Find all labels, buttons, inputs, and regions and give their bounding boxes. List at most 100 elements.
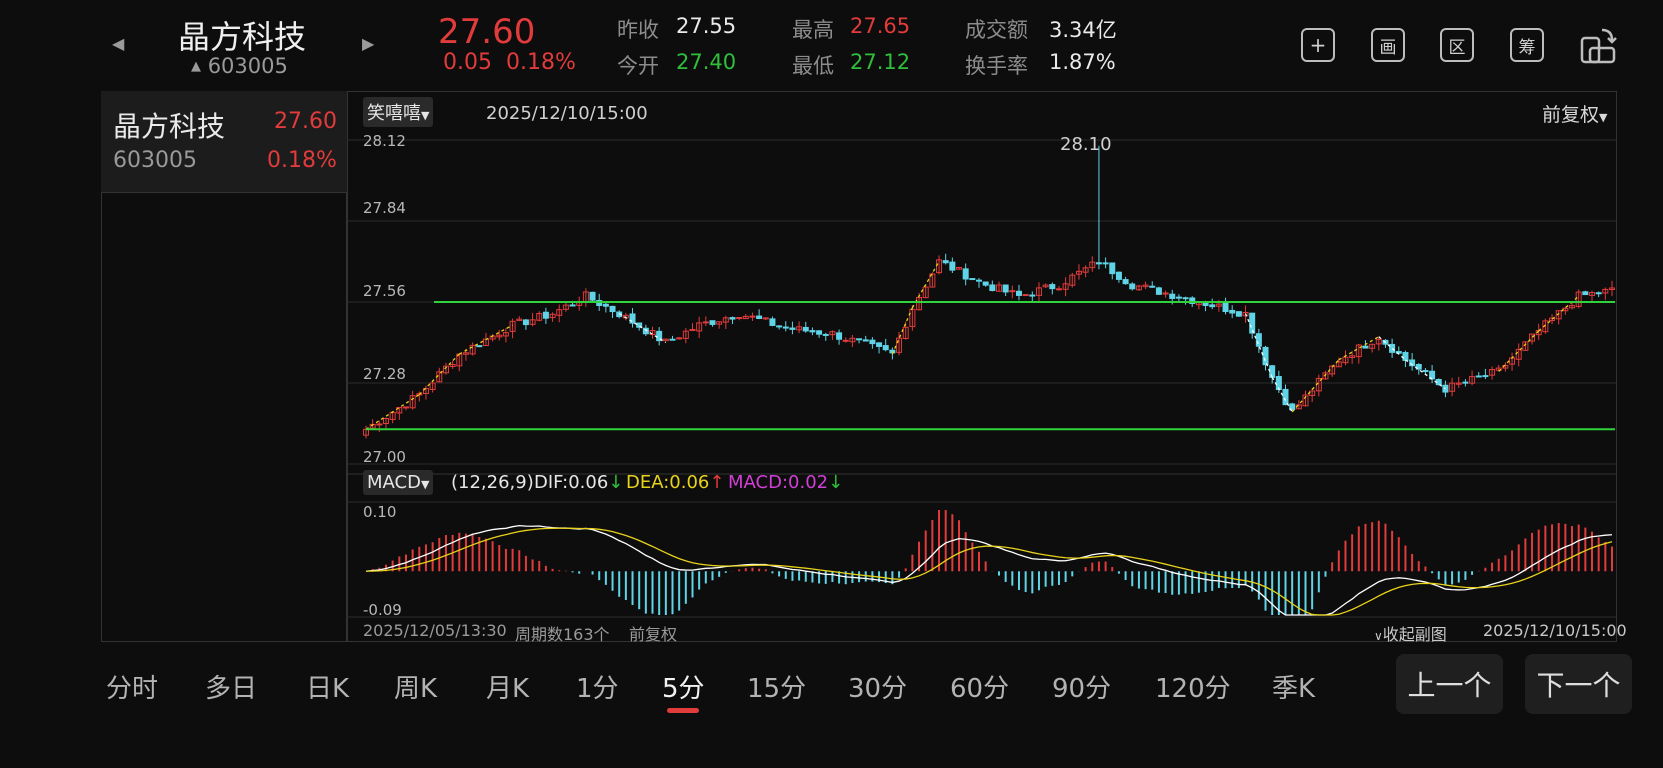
candle-body [1402, 352, 1409, 361]
candle-body [949, 261, 956, 271]
candle-body [1595, 292, 1602, 295]
macd-panel [365, 510, 1613, 616]
prev-button[interactable]: 上一个 [1396, 654, 1503, 714]
candle-body [736, 316, 743, 319]
dif-text: DIF:0.06 [534, 472, 609, 493]
tab-10[interactable]: 90分 [1052, 668, 1111, 705]
candle-body [642, 327, 649, 335]
dea-value: DEA:0.06↑ [626, 472, 724, 493]
candle-body [589, 291, 596, 301]
next-button[interactable]: 下一个 [1525, 654, 1632, 714]
active-tab-indicator [667, 708, 699, 713]
candle-body [756, 315, 763, 319]
tab-2[interactable]: 日K [306, 668, 349, 705]
candle-body [1115, 271, 1122, 280]
tab-9[interactable]: 60分 [950, 668, 1009, 705]
candle-body [1255, 333, 1262, 347]
candle-body [942, 260, 949, 264]
candle-body [609, 305, 616, 313]
tab-11[interactable]: 120分 [1155, 668, 1231, 705]
candle-body [1249, 312, 1256, 334]
macd-top-label: 0.10 [363, 503, 397, 521]
candle-body [822, 333, 829, 336]
dea-text: DEA:0.06 [626, 472, 710, 493]
candle-body [816, 330, 823, 335]
collapse-subchart-button[interactable]: ∨收起副图 [1374, 621, 1447, 645]
candle-body [769, 318, 776, 326]
candle-body [1109, 262, 1116, 275]
candle-body [836, 332, 843, 340]
macd-tag-label: MACD [367, 472, 421, 493]
end-time: 2025/12/10/15:00 [1483, 621, 1627, 640]
candle-body [782, 326, 789, 329]
candle-body [1389, 343, 1396, 353]
start-time: 2025/12/05/13:30 [363, 621, 507, 640]
tab-8[interactable]: 30分 [848, 668, 907, 705]
trend-dotted-lines [365, 261, 1580, 430]
candle-body [569, 304, 576, 307]
arrow-up-icon: ↑ [709, 472, 725, 493]
candle-body [842, 339, 849, 342]
tab-1[interactable]: 多日 [205, 668, 257, 705]
candle-body [669, 338, 676, 341]
tab-4[interactable]: 月K [486, 668, 529, 705]
candle-body [1182, 297, 1189, 300]
tab-0[interactable]: 分时 [106, 668, 158, 705]
candle-body [1235, 311, 1242, 317]
price-grid [347, 139, 1617, 618]
candle-body [1022, 294, 1029, 297]
macd-text: MACD:0.02 [728, 472, 829, 493]
candle-body [376, 423, 383, 426]
candle-body [876, 342, 883, 347]
y-tick-label: 27.00 [363, 448, 406, 466]
candle-body [802, 326, 809, 332]
macd-params: (12,26,9) [451, 472, 534, 493]
candle-body [1582, 291, 1589, 296]
candle-body [702, 321, 709, 324]
macd-dropdown[interactable]: MACD▼ [363, 470, 434, 495]
chart-svg[interactable] [0, 0, 1663, 768]
tab-5[interactable]: 1分 [576, 668, 619, 705]
dea-line [365, 527, 1613, 616]
candle-body [1422, 370, 1429, 373]
tab-7[interactable]: 15分 [747, 668, 806, 705]
candle-body [1222, 302, 1229, 313]
candle-body [976, 279, 983, 282]
candle-body [1029, 294, 1036, 297]
y-tick-label: 28.12 [363, 132, 406, 150]
candle-body [1122, 279, 1129, 285]
candle-body [989, 284, 996, 292]
candle-body [1002, 284, 1009, 293]
candle-body [776, 325, 783, 328]
candle-body [1129, 283, 1136, 290]
candle-body [1009, 290, 1016, 293]
y-tick-label: 27.28 [363, 365, 406, 383]
tab-6[interactable]: 5分 [662, 668, 705, 705]
tab-3[interactable]: 周K [394, 668, 437, 705]
candle-body [709, 320, 716, 325]
arrow-down-icon: ↓ [828, 472, 844, 493]
candle-body [1462, 381, 1469, 384]
trend-segment [891, 307, 913, 355]
candle-body [1095, 262, 1102, 265]
candle-body [1262, 346, 1269, 366]
candle-body [542, 311, 549, 319]
candle-body [862, 339, 869, 342]
candle-body [1282, 388, 1289, 406]
candle-body [1169, 293, 1176, 299]
tab-12[interactable]: 季K [1272, 668, 1315, 705]
candle-body [522, 319, 529, 326]
candle-body [809, 330, 816, 333]
candle-body [1209, 304, 1216, 308]
candle-body [729, 317, 736, 320]
chevron-down-icon: ∨ [1374, 629, 1383, 643]
candle-body [982, 281, 989, 286]
y-tick-label: 27.84 [363, 199, 406, 217]
candle-body [789, 327, 796, 330]
candle-body [1362, 345, 1369, 349]
candle-body [882, 345, 889, 351]
collapse-label: 收起副图 [1382, 625, 1447, 644]
candle-body [856, 338, 863, 341]
candle-body [1175, 296, 1182, 299]
horizontal-levels [366, 301, 1615, 431]
